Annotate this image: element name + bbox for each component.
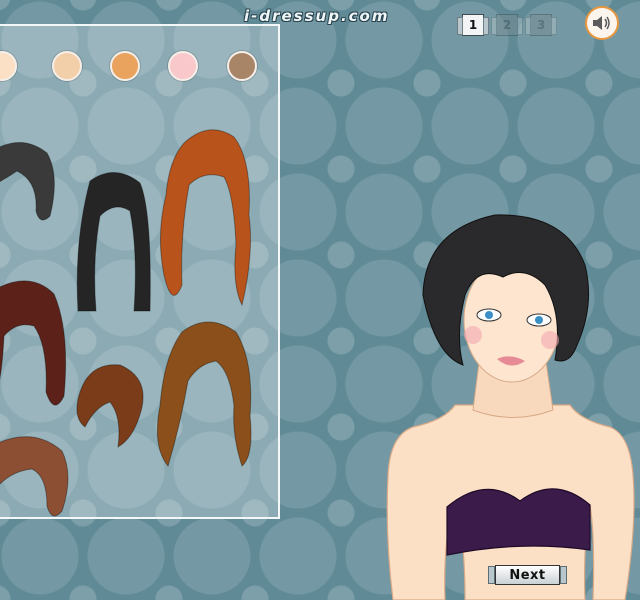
page-selector: 1 2 3 [457, 13, 557, 37]
page-button-label: 3 [530, 14, 552, 36]
wardrobe-panel [0, 24, 280, 519]
page-button-label: 1 [462, 14, 484, 36]
skin-tone-swatch-1[interactable] [0, 51, 17, 81]
page-button-label: 2 [496, 14, 518, 36]
hair-updo-brown[interactable] [70, 357, 150, 452]
page-button-3[interactable]: 3 [525, 13, 557, 37]
hair-short-light-brown[interactable] [0, 431, 72, 526]
next-button[interactable]: Next [488, 564, 567, 586]
doll-model [386, 214, 635, 600]
next-button-clip-left [488, 566, 495, 584]
site-logo[interactable]: i-dressup.com [244, 7, 389, 25]
next-button-clip-right [560, 566, 567, 584]
hair-short-dark[interactable] [0, 141, 60, 231]
skin-tone-swatch-3[interactable] [110, 51, 140, 81]
sound-toggle-button[interactable] [585, 6, 619, 40]
speaker-icon [593, 16, 610, 30]
next-button-label: Next [495, 565, 560, 585]
hair-long-curly-auburn[interactable] [154, 125, 259, 315]
skin-tone-swatch-2[interactable] [52, 51, 82, 81]
hair-long-straight-black[interactable] [70, 171, 160, 316]
page-button-2[interactable]: 2 [491, 13, 523, 37]
hair-bob-mahogany[interactable] [0, 276, 70, 416]
hair-wavy-chestnut[interactable] [150, 316, 262, 471]
skin-tone-swatch-4[interactable] [168, 51, 198, 81]
skin-tone-swatch-5[interactable] [227, 51, 257, 81]
page-button-1[interactable]: 1 [457, 13, 489, 37]
